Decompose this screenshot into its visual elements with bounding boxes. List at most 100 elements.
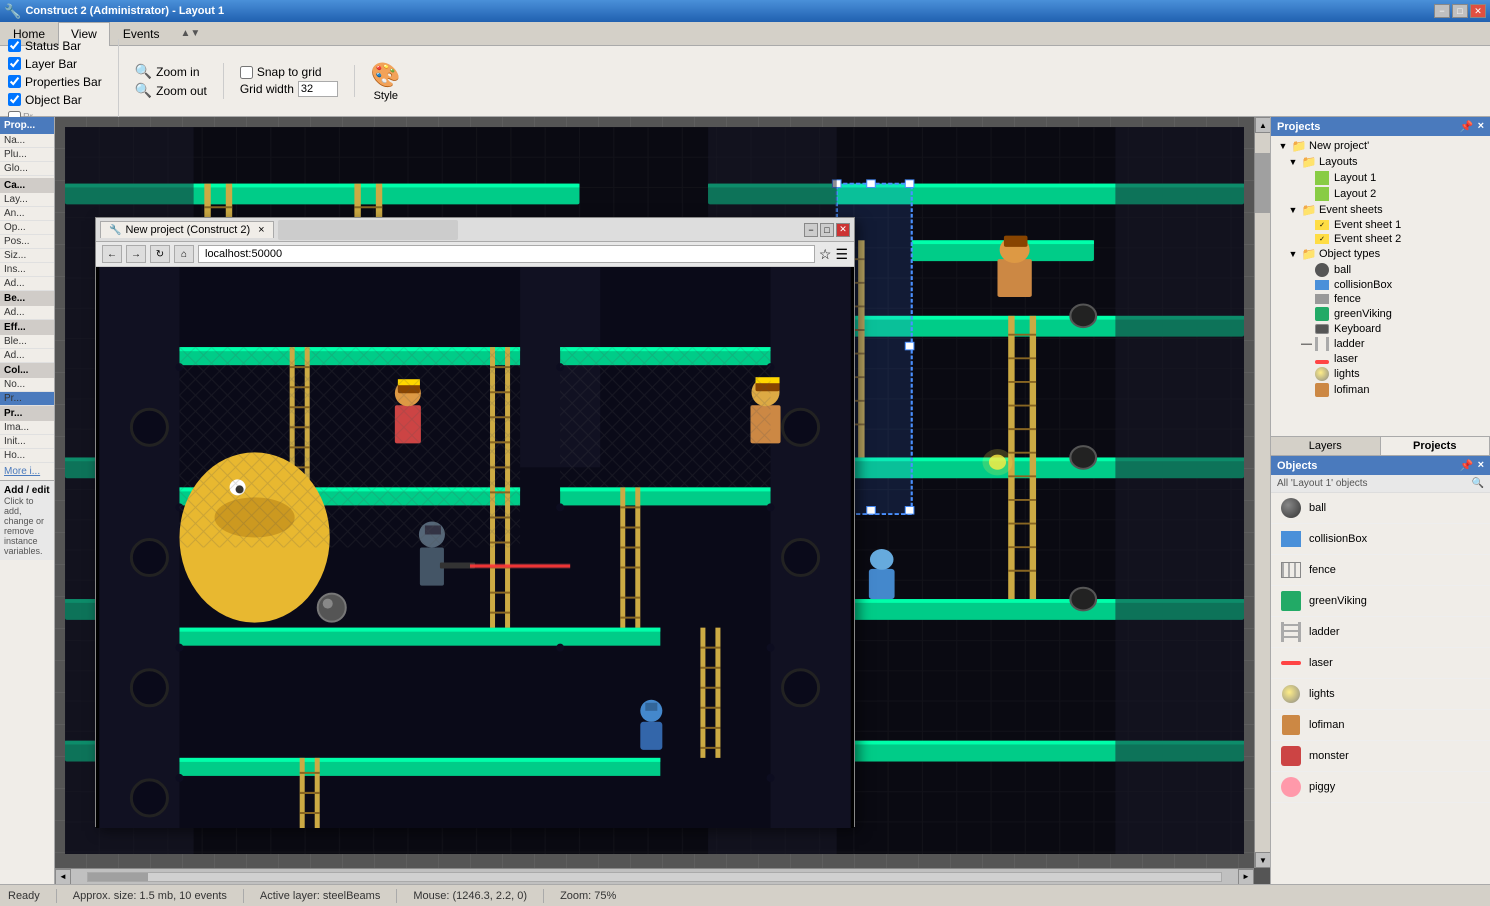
object-bar-toggle[interactable]: Object Bar bbox=[8, 93, 102, 107]
tree-item-greenviking[interactable]: greenViking bbox=[1273, 306, 1488, 322]
browser-star-icon: ☆ bbox=[819, 246, 832, 263]
tree-item-fence[interactable]: fence bbox=[1273, 292, 1488, 306]
projects-close-icon[interactable]: × bbox=[1478, 120, 1484, 133]
browser-minimize-btn[interactable]: − bbox=[804, 223, 818, 237]
browser-close-btn[interactable]: ✕ bbox=[836, 223, 850, 237]
object-item-lights[interactable]: lights bbox=[1271, 679, 1490, 710]
more-link[interactable]: More i... bbox=[0, 463, 54, 480]
status-zoom: Zoom: 75% bbox=[560, 890, 616, 902]
hscroll-left-btn[interactable]: ◄ bbox=[55, 869, 71, 885]
hscroll-thumb[interactable] bbox=[88, 873, 148, 881]
layer-bar-toggle[interactable]: Layer Bar bbox=[8, 57, 102, 71]
objects-pin-icon[interactable]: 📌 bbox=[1460, 459, 1474, 472]
tree-item-layout1[interactable]: Layout 1 bbox=[1273, 170, 1488, 186]
object-bar-checkbox[interactable] bbox=[8, 93, 21, 106]
browser-url-input[interactable] bbox=[198, 245, 815, 263]
lofiman-obj-icon bbox=[1279, 713, 1303, 737]
tree-item-layout2[interactable]: Layout 2 bbox=[1273, 186, 1488, 202]
snap-to-grid-toggle[interactable]: Snap to grid bbox=[240, 65, 338, 79]
close-button[interactable]: ✕ bbox=[1470, 4, 1486, 18]
browser-nav: ← → ↻ ⌂ ☆ ☰ bbox=[96, 242, 854, 267]
object-item-ladder[interactable]: ladder bbox=[1271, 617, 1490, 648]
browser-window[interactable]: 🔧 New project (Construct 2) × − □ ✕ bbox=[95, 217, 855, 827]
canvas-area[interactable]: 🔧 New project (Construct 2) × − □ ✕ bbox=[55, 117, 1270, 884]
prop-layer-row: Lay... bbox=[0, 193, 54, 207]
tree-item-layouts[interactable]: ▼ 📁 Layouts bbox=[1273, 154, 1488, 170]
tree-item-keyboard[interactable]: Keyboard bbox=[1273, 322, 1488, 336]
properties-bar-checkbox[interactable] bbox=[8, 75, 21, 88]
status-bar-toggle[interactable]: Status Bar bbox=[8, 39, 102, 53]
hscroll-right-btn[interactable]: ► bbox=[1238, 869, 1254, 885]
zoom-controls: 🔍 Zoom in 🔍 Zoom out bbox=[135, 63, 207, 99]
tree-item-event1[interactable]: ✓ Event sheet 1 bbox=[1273, 218, 1488, 232]
status-sep4 bbox=[543, 889, 544, 903]
window-title: Construct 2 (Administrator) - Layout 1 bbox=[25, 5, 224, 17]
tree-item-event2[interactable]: ✓ Event sheet 2 bbox=[1273, 232, 1488, 246]
browser-back-btn[interactable]: ← bbox=[102, 245, 122, 263]
browser-game-svg bbox=[96, 267, 854, 828]
tree-item-laser[interactable]: laser bbox=[1273, 352, 1488, 366]
object-item-collisionbox[interactable]: collisionBox bbox=[1271, 524, 1490, 555]
browser-home-btn[interactable]: ⌂ bbox=[174, 245, 194, 263]
tree-item-lights[interactable]: lights bbox=[1273, 366, 1488, 382]
vscroll-up-btn[interactable]: ▲ bbox=[1255, 117, 1270, 133]
browser-forward-btn[interactable]: → bbox=[126, 245, 146, 263]
properties-bar-toggle[interactable]: Properties Bar bbox=[8, 75, 102, 89]
prop-init-row: Init... bbox=[0, 435, 54, 449]
grid-width-input[interactable] bbox=[298, 81, 338, 97]
tab-events[interactable]: Events bbox=[110, 22, 173, 45]
viking-tree-icon bbox=[1315, 307, 1329, 321]
private-section: Pr... bbox=[0, 406, 54, 421]
browser-menu-icon: ☰ bbox=[835, 246, 848, 263]
object-item-piggy[interactable]: piggy bbox=[1271, 772, 1490, 803]
viking-obj-icon bbox=[1279, 589, 1303, 613]
restore-button[interactable]: □ bbox=[1452, 4, 1468, 18]
prop-opacity-row: Op... bbox=[0, 221, 54, 235]
browser-tab-main[interactable]: 🔧 New project (Construct 2) × bbox=[100, 221, 274, 238]
object-item-greenviking[interactable]: greenViking bbox=[1271, 586, 1490, 617]
snap-to-grid-checkbox[interactable] bbox=[240, 66, 253, 79]
object-item-laser[interactable]: laser bbox=[1271, 648, 1490, 679]
tree-label-greenviking: greenViking bbox=[1334, 308, 1392, 320]
object-item-ball[interactable]: ball bbox=[1271, 493, 1490, 524]
tree-item-objtypes[interactable]: ▼ 📁 Object types bbox=[1273, 246, 1488, 262]
tree-item-collisionbox[interactable]: collisionBox bbox=[1273, 278, 1488, 292]
collisionbox-obj-label: collisionBox bbox=[1309, 533, 1367, 545]
piggy-obj-icon bbox=[1279, 775, 1303, 799]
tree-item-lofiman[interactable]: lofiman bbox=[1273, 382, 1488, 398]
zoom-out-item: 🔍 Zoom out bbox=[135, 82, 207, 99]
projects-pin-icon[interactable]: 📌 bbox=[1460, 120, 1474, 133]
piggy-icon-shape bbox=[1281, 777, 1301, 797]
ladder-obj-icon bbox=[1279, 620, 1303, 644]
object-item-fence[interactable]: fence bbox=[1271, 555, 1490, 586]
tree-item-project[interactable]: ▼ 📁 New project' bbox=[1273, 138, 1488, 154]
layer-bar-checkbox[interactable] bbox=[8, 57, 21, 70]
browser-restore-btn[interactable]: □ bbox=[820, 223, 834, 237]
browser-refresh-btn[interactable]: ↻ bbox=[150, 245, 170, 263]
fence-obj-icon bbox=[1279, 558, 1303, 582]
browser-tab-icon: 🔧 bbox=[109, 225, 121, 236]
tree-item-ball[interactable]: ball bbox=[1273, 262, 1488, 278]
tree-item-eventsheets[interactable]: ▼ 📁 Event sheets bbox=[1273, 202, 1488, 218]
browser-tab-close[interactable]: × bbox=[258, 224, 264, 236]
tree-item-ladder[interactable]: — ladder bbox=[1273, 336, 1488, 352]
status-bar-checkbox[interactable] bbox=[8, 39, 21, 52]
canvas-vscroll[interactable]: ▲ ▼ bbox=[1254, 117, 1270, 868]
object-item-lofiman[interactable]: lofiman bbox=[1271, 710, 1490, 741]
object-item-monster[interactable]: monster bbox=[1271, 741, 1490, 772]
status-size: Approx. size: 1.5 mb, 10 events bbox=[73, 890, 227, 902]
tab-layers[interactable]: Layers bbox=[1271, 437, 1381, 455]
vscroll-thumb[interactable] bbox=[1255, 153, 1270, 213]
tree-expand-icon: ▼ bbox=[1277, 140, 1289, 152]
editor-background: 🔧 New project (Construct 2) × − □ ✕ bbox=[55, 117, 1270, 884]
minimize-button[interactable]: − bbox=[1434, 4, 1450, 18]
prop-image-row: Ima... bbox=[0, 421, 54, 435]
piggy-obj-label: piggy bbox=[1309, 781, 1335, 793]
objects-close-icon[interactable]: × bbox=[1478, 459, 1484, 472]
ball-tree-icon bbox=[1315, 263, 1329, 277]
tab-projects[interactable]: Projects bbox=[1381, 437, 1490, 455]
add-edit-title: Add / edit bbox=[4, 485, 50, 496]
fence-obj-label: fence bbox=[1309, 564, 1336, 576]
style-button[interactable]: 🎨 Style bbox=[371, 61, 401, 102]
vscroll-down-btn[interactable]: ▼ bbox=[1255, 852, 1270, 868]
